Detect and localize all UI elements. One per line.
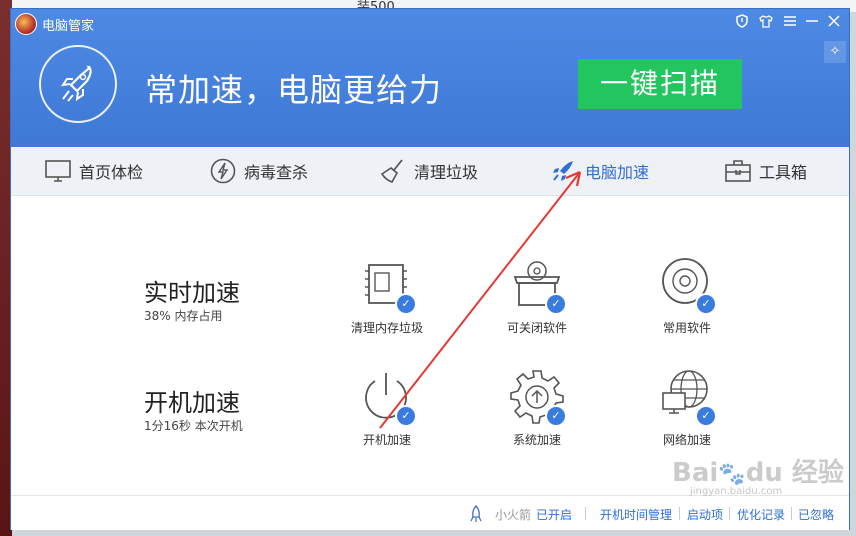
tool-closable-software[interactable]: ✓ 可关闭软件 xyxy=(487,255,587,336)
tool-system-speed-up[interactable]: ✓ 系统加速 xyxy=(487,367,587,448)
app-logo-icon xyxy=(15,13,37,35)
tool-label: 清理内存垃圾 xyxy=(350,321,423,335)
header-slogan: 常加速，电脑更给力 xyxy=(145,71,443,109)
nav-item-home-checkup[interactable]: 首页体检 xyxy=(45,147,143,195)
status-footer: 小火箭 已开启 开机时间管理 启动项 优化记录 已忽略 xyxy=(11,495,849,530)
sparkle-icon[interactable]: ✧ xyxy=(824,41,846,63)
small-rocket-icon xyxy=(470,505,482,522)
menu-icon[interactable] xyxy=(781,14,799,32)
software-box-icon: ✓ xyxy=(507,255,567,315)
shirt-icon[interactable] xyxy=(757,14,775,32)
tool-label: 网络加速 xyxy=(662,433,711,447)
check-icon: ✓ xyxy=(695,293,717,315)
optimize-history-link[interactable]: 优化记录 xyxy=(737,506,785,523)
app-title: 电脑管家 xyxy=(42,19,95,34)
check-icon: ✓ xyxy=(695,405,717,427)
broom-icon xyxy=(380,159,403,183)
tool-label: 常用软件 xyxy=(662,321,711,335)
nav-item-virus-scan[interactable]: 病毒查杀 xyxy=(210,147,308,195)
check-icon: ✓ xyxy=(395,405,417,427)
startup-items-link[interactable]: 启动项 xyxy=(687,506,723,523)
footer-divider xyxy=(679,507,680,520)
memory-chip-icon: ✓ xyxy=(357,255,417,315)
header-banner: 电脑管家 常加速，电脑更给力 一键扫描 ✧ xyxy=(11,9,849,147)
minimize-icon[interactable] xyxy=(803,14,821,32)
close-icon[interactable] xyxy=(825,14,843,32)
nav-label: 首页体检 xyxy=(79,163,144,182)
toolbox-icon xyxy=(725,160,751,182)
tool-label: 可关闭软件 xyxy=(506,321,567,335)
ignored-link[interactable]: 已忽略 xyxy=(798,506,834,523)
monitor-icon xyxy=(45,160,71,182)
memory-usage-text: 38% 内存占用 xyxy=(144,309,223,323)
baidu-watermark-logo: Bai🐾du 经验 xyxy=(672,458,844,488)
tool-network-speed-up[interactable]: ✓ 网络加速 xyxy=(637,367,737,448)
check-icon: ✓ xyxy=(395,293,417,315)
disc-icon: ✓ xyxy=(657,255,717,315)
nav-label: 电脑加速 xyxy=(585,163,650,182)
lightning-icon xyxy=(210,158,236,184)
rocket-status-link[interactable]: 已开启 xyxy=(536,506,572,523)
main-nav: 首页体检 病毒查杀 清理垃圾 电脑加速 工具箱 xyxy=(11,147,849,196)
tool-label: 系统加速 xyxy=(512,433,561,447)
footer-divider xyxy=(791,507,792,520)
title-bar[interactable]: 电脑管家 xyxy=(11,9,849,37)
nav-label: 病毒查杀 xyxy=(244,163,309,182)
one-click-scan-button[interactable]: 一键扫描 xyxy=(578,59,742,109)
rocket-label: 小火箭 xyxy=(495,508,532,522)
baidu-watermark-url: jingyan.baidu.com xyxy=(690,486,783,497)
nav-label: 工具箱 xyxy=(759,163,808,182)
boot-time-manage-link[interactable]: 开机时间管理 xyxy=(600,506,672,523)
nav-item-clean-junk[interactable]: 清理垃圾 xyxy=(380,147,478,195)
shield-icon[interactable] xyxy=(733,14,751,32)
check-icon: ✓ xyxy=(545,405,567,427)
footer-divider xyxy=(585,507,586,520)
tool-label: 开机加速 xyxy=(362,433,411,447)
rocket-badge-icon xyxy=(39,45,117,123)
nav-item-toolbox[interactable]: 工具箱 xyxy=(725,147,807,195)
footer-divider xyxy=(729,507,730,520)
realtime-speed-title: 实时加速 xyxy=(144,279,240,307)
network-globe-icon: ✓ xyxy=(657,367,717,427)
boot-time-text: 1分16秒 本次开机 xyxy=(144,419,243,433)
check-icon: ✓ xyxy=(545,293,567,315)
tool-clean-memory[interactable]: ✓ 清理内存垃圾 xyxy=(337,255,437,336)
power-icon: ✓ xyxy=(357,367,417,427)
boot-speed-title: 开机加速 xyxy=(144,389,240,417)
speed-up-panel: 实时加速 38% 内存占用 开机加速 1分16秒 本次开机 ✓ 清理内存垃圾 ✓… xyxy=(11,195,849,495)
tool-boot-speed-up[interactable]: ✓ 开机加速 xyxy=(337,367,437,448)
nav-item-speed-up[interactable]: 电脑加速 xyxy=(551,147,649,195)
tool-common-software[interactable]: ✓ 常用软件 xyxy=(637,255,737,336)
rocket-icon xyxy=(553,161,573,181)
gear-icon: ✓ xyxy=(507,367,567,427)
nav-label: 清理垃圾 xyxy=(414,163,479,182)
